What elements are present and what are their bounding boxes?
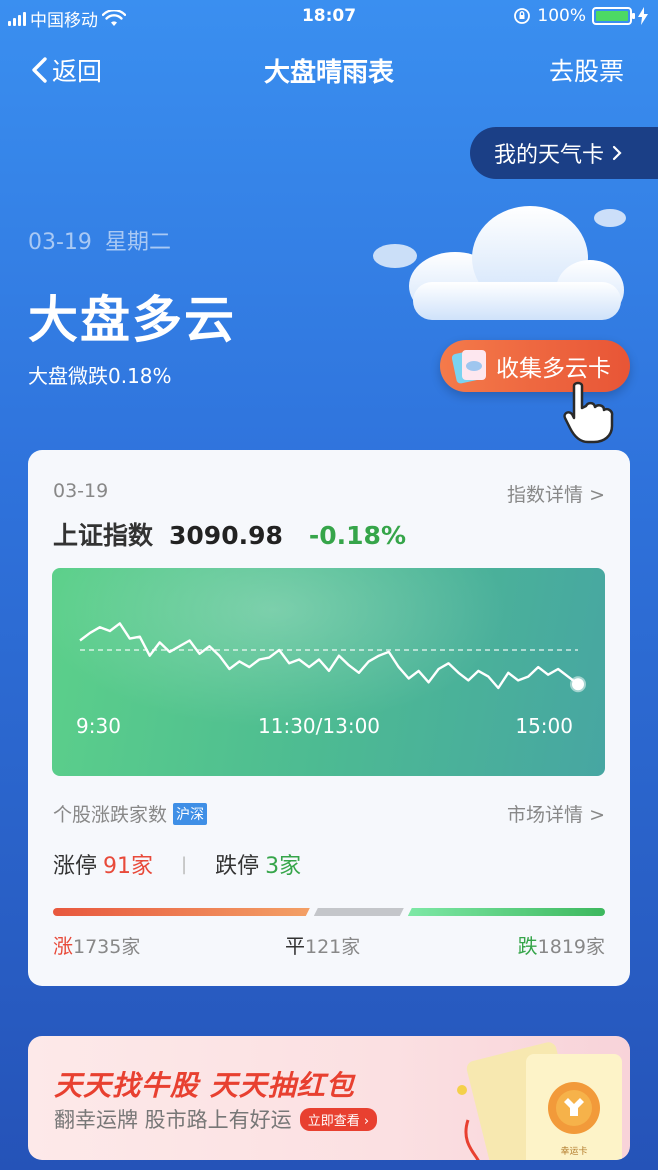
breadth-bar [53,908,605,918]
breadth-bar-flat [314,908,404,916]
weather-card-icon [452,350,486,384]
down-count: 跌1819家 [518,930,605,959]
my-weather-card-label: 我的天气卡 [494,143,605,168]
tick-label: 11:30/13:00 [258,714,381,738]
chart-svg [79,622,586,693]
weather-date-value: 03-19 [28,230,92,255]
cloud-icon [373,206,626,320]
up-count: 涨1735家 [53,930,140,959]
weather-weekday: 星期二 [104,230,171,255]
limit-up-label: 涨停 [53,854,98,879]
back-button[interactable]: 返回 [30,52,102,88]
down-count-value: 1819家 [537,936,605,958]
banner-subtitle-row: 翻幸运牌 股市路上有好运 立即查看 › [54,1104,378,1134]
rotation-lock-icon [514,8,531,24]
back-label: 返回 [52,57,103,86]
tick-label: 15:00 [515,714,573,738]
index-summary: 上证指数 3090.98 -0.18% [53,516,406,552]
charging-icon [638,7,648,25]
weather-date: 03-19 星期二 [28,224,171,256]
chevron-right-icon [612,145,622,161]
index-card: 03-19 指数详情 > 上证指数 3090.98 -0.18% 9:30 11… [28,450,630,986]
nav-bar: 返回 大盘晴雨表 去股票 [0,44,658,90]
breadth-bar-up [53,908,310,916]
separator: | [181,853,188,875]
lucky-card-illustration: 幸运卡 [457,1042,622,1160]
chevron-left-icon [32,57,47,83]
limit-down-value: 3家 [265,854,302,879]
index-series-line [79,622,579,690]
banner-cta-label: 立即查看 [307,1113,360,1129]
breadth-bar-down [407,908,605,916]
banner-cta-button[interactable]: 立即查看 › [299,1107,378,1131]
index-change: -0.18% [308,521,406,550]
limit-up-value: 91家 [103,854,154,879]
index-name: 上证指数 [53,521,154,550]
banner-card-text: 幸运卡 [560,1145,587,1157]
intraday-chart: 9:30 11:30/13:00 15:00 [52,568,605,776]
banner-title: 天天找牛股 天天抽红包 [54,1069,355,1102]
up-count-value: 1735家 [73,936,141,958]
limit-line: 涨停 91家 | 跌停 3家 [53,848,301,880]
my-weather-card-button[interactable]: 我的天气卡 [470,127,658,179]
status-right: 100% [513,6,648,26]
index-date: 03-19 [53,480,109,502]
go-stock-button[interactable]: 去股票 [549,52,624,88]
pointing-hand-icon [563,381,614,444]
battery-icon [592,7,635,25]
flat-count: 平121家 [285,930,360,959]
promo-banner[interactable]: 天天找牛股 天天抽红包 翻幸运牌 股市路上有好运 立即查看 › 幸运卡 [28,1036,630,1160]
weather-title: 大盘多云 [28,291,236,349]
status-bar: 中国移动 18:07 100% [0,0,658,34]
stock-count-title: 个股涨跌家数 [53,804,168,826]
collect-card-label: 收集多云卡 [496,356,611,382]
up-count-label: 涨 [53,934,73,958]
index-value: 3090.98 [169,521,283,550]
down-count-label: 跌 [517,934,538,958]
flat-count-value: 121家 [305,936,361,958]
battery-percent: 100% [537,6,586,26]
index-detail-link[interactable]: 指数详情 > [507,480,605,507]
banner-subtitle: 翻幸运牌 股市路上有好运 [54,1108,292,1132]
weather-subtitle: 大盘微跌0.18% [28,364,172,388]
stock-count-label: 个股涨跌家数 沪深 [53,800,208,827]
limit-down-label: 跌停 [215,854,260,879]
tick-label: 9:30 [76,714,121,738]
last-point-marker [570,676,586,693]
market-detail-link[interactable]: 市场详情 > [507,800,605,827]
flat-count-label: 平 [285,934,305,958]
market-badge: 沪深 [173,802,208,825]
